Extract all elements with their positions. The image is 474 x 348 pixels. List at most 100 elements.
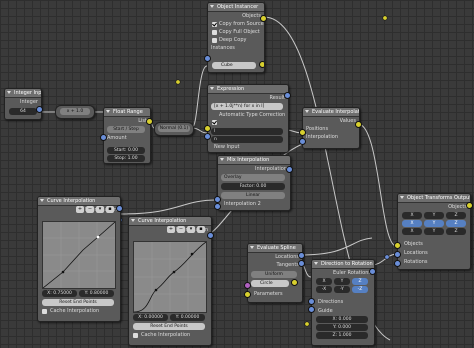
scale-z-toggle[interactable]: Z <box>446 228 466 235</box>
eyedropper-icon[interactable] <box>291 279 298 286</box>
socket-in-spline[interactable] <box>244 282 251 289</box>
socket-in-amount[interactable] <box>100 134 107 141</box>
location-x-toggle[interactable]: X <box>402 212 422 219</box>
curve-point-selected[interactable] <box>96 235 100 239</box>
location-z-toggle[interactable]: Z <box>446 212 466 219</box>
socket-in-positions[interactable] <box>299 129 306 136</box>
input-n-field[interactable]: n <box>211 136 283 143</box>
input-l-field[interactable]: l <box>211 128 283 135</box>
track-axis-neg-y[interactable]: -Y <box>334 286 350 293</box>
track-axis-y[interactable]: Y <box>334 278 350 285</box>
socket-out-tangents[interactable] <box>298 260 305 267</box>
curve-editor[interactable] <box>42 221 116 289</box>
math-expression-field[interactable]: x + 1.0 <box>60 108 90 115</box>
zoom-in-icon[interactable]: + <box>167 226 175 233</box>
socket-in-interpolation[interactable] <box>299 138 306 145</box>
stop-field[interactable]: Stop: 1.00 <box>107 155 145 162</box>
eyedropper-icon[interactable] <box>259 61 264 68</box>
socket-in-parameters[interactable] <box>244 291 251 298</box>
direction-to-rotation-node[interactable]: Direction to Rotation Euler Rotations X … <box>311 259 375 346</box>
rotation-z-toggle[interactable]: Z <box>446 220 466 227</box>
socket-out-list[interactable] <box>146 118 153 125</box>
socket-in-instances[interactable] <box>204 55 211 62</box>
track-axis-neg-x[interactable]: -X <box>316 286 332 293</box>
curve-point[interactable] <box>61 270 65 274</box>
curve-interpolation-node-1[interactable]: Curve Interpolation Interpolation +−▾▪ X… <box>37 196 121 322</box>
node-title[interactable]: Curve Interpolation <box>129 217 211 226</box>
curve-editor[interactable] <box>133 241 207 313</box>
curve-graph[interactable] <box>133 241 207 313</box>
zoom-out-icon[interactable]: − <box>86 206 94 213</box>
node-title[interactable]: Direction to Rotation <box>312 260 374 269</box>
range-mode-select[interactable]: Start / Step <box>107 126 145 133</box>
evaluate-interpolation-node[interactable]: Evaluate Interpolation Values Positions … <box>302 107 360 149</box>
guide-z-field[interactable]: Z: 1.000 <box>316 332 368 339</box>
socket-out-values[interactable] <box>355 121 362 128</box>
socket-in-objects[interactable] <box>394 242 401 249</box>
node-title[interactable]: Integer Input <box>5 89 41 98</box>
socket-in-directions[interactable] <box>308 298 315 305</box>
socket-out-interpolation[interactable] <box>116 205 123 212</box>
point-y-field[interactable]: Y: 0.80000 <box>79 290 114 297</box>
reroute-node[interactable]: Normal (0.1) <box>154 122 194 136</box>
track-axis-x[interactable]: X <box>316 278 332 285</box>
point-x-field[interactable]: X: 0.00000 <box>133 314 168 321</box>
reroute-dot[interactable] <box>175 79 181 85</box>
socket-out-euler-rotations[interactable] <box>369 268 376 275</box>
socket-out-interpolation[interactable] <box>286 166 293 173</box>
tools-icon[interactable]: ▾ <box>96 206 104 213</box>
curve-point[interactable] <box>172 270 176 274</box>
socket-in-rotations[interactable] <box>394 260 401 267</box>
evaluate-spline-node[interactable]: Evaluate Spline Locations Tangents Unifo… <box>247 243 303 303</box>
socket-in-l[interactable] <box>204 125 211 132</box>
point-y-field[interactable]: Y: 0.00000 <box>170 314 205 321</box>
socket-out-objects[interactable] <box>466 202 473 209</box>
expression-node[interactable]: Expression Result [x + 1.0j**n) for x in… <box>207 84 289 153</box>
socket-out-result[interactable] <box>284 92 291 99</box>
expression-field[interactable]: [x + 1.0j**n) for x in l] <box>211 103 283 110</box>
socket-out-objects[interactable] <box>260 15 267 22</box>
guide-y-field[interactable]: Y: 0.000 <box>316 324 368 331</box>
zoom-out-icon[interactable]: − <box>177 226 185 233</box>
start-field[interactable]: Start: 0.00 <box>107 147 145 154</box>
zoom-in-icon[interactable]: + <box>76 206 84 213</box>
rotation-y-toggle[interactable]: Y <box>424 220 444 227</box>
socket-out-integer[interactable] <box>36 106 43 113</box>
tools-icon[interactable]: ▾ <box>187 226 195 233</box>
node-title[interactable]: Object Transforms Output <box>398 194 470 203</box>
float-range-node[interactable]: Float Range List Start / Step Amount Sta… <box>103 107 151 164</box>
object-selector[interactable]: Cube <box>212 62 256 69</box>
guide-x-field[interactable]: X: 0.000 <box>316 316 368 323</box>
socket-in-n[interactable] <box>204 133 211 140</box>
point-x-field[interactable]: X: 0.75000 <box>42 290 77 297</box>
rotation-x-toggle[interactable]: X <box>402 220 422 227</box>
node-title[interactable]: Evaluate Interpolation <box>303 108 359 117</box>
copy-full-object-checkbox[interactable] <box>212 30 217 35</box>
deep-copy-checkbox[interactable] <box>212 38 217 43</box>
reroute-label[interactable]: Normal (0.1) <box>158 125 190 132</box>
reset-end-points-button[interactable]: Reset End Points <box>42 299 114 306</box>
mix-interpolation-node[interactable]: Mix Interpolation Interpolation Overlay … <box>217 155 291 211</box>
curve-point[interactable] <box>154 288 158 292</box>
node-title[interactable]: Expression <box>208 85 288 94</box>
node-title[interactable]: Mix Interpolation <box>218 156 290 165</box>
socket-out-interpolation[interactable] <box>207 232 214 239</box>
interpolation-type-select[interactable]: Linear <box>221 192 285 199</box>
node-title[interactable]: Float Range <box>104 108 150 117</box>
scale-x-toggle[interactable]: X <box>402 228 422 235</box>
spline-mode-select[interactable]: Uniform <box>251 271 297 278</box>
socket-in-interpolation-2[interactable] <box>214 203 221 210</box>
cache-interpolation-checkbox[interactable] <box>42 309 47 314</box>
cache-interpolation-checkbox[interactable] <box>133 333 138 338</box>
track-axis-z[interactable]: Z <box>352 278 368 285</box>
spline-object-selector[interactable]: Circle <box>251 280 289 287</box>
node-title[interactable]: Evaluate Spline <box>248 244 302 253</box>
factor-field[interactable]: Factor: 0.00 <box>221 183 285 190</box>
node-title[interactable]: Curve Interpolation <box>38 197 120 206</box>
math-node[interactable]: x + 1.0 <box>55 105 95 119</box>
integer-input-node[interactable]: Integer Input Integer 64 <box>4 88 42 120</box>
object-instancer-node[interactable]: Object Instancer Objects Copy from Sourc… <box>207 2 265 73</box>
clip-icon[interactable]: ▪ <box>197 226 205 233</box>
socket-out-locations[interactable] <box>298 252 305 259</box>
reroute-dot[interactable] <box>304 321 310 327</box>
